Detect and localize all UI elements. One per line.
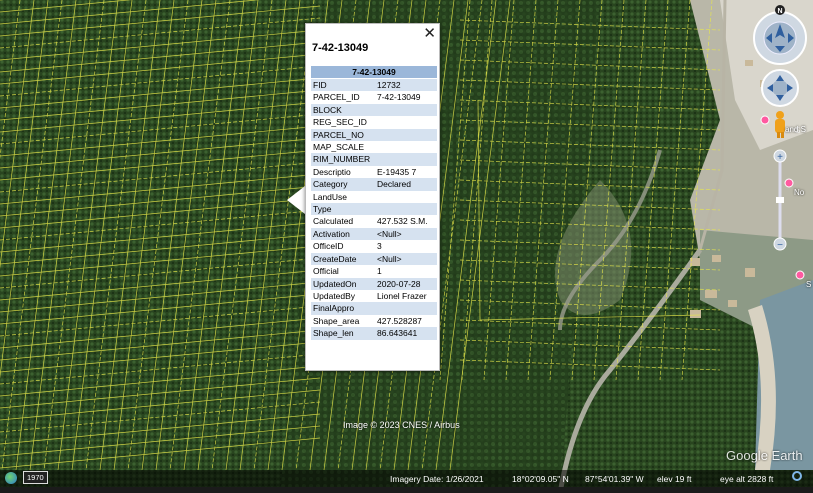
attribute-key: MAP_SCALE — [311, 141, 375, 154]
attribute-row: PARCEL_NO — [311, 128, 437, 142]
attribute-row: UpdatedBy Lionel Frazer — [311, 289, 437, 303]
attribute-value: 86.643641 — [375, 327, 437, 340]
attribute-row: OfficeID 3 — [311, 240, 437, 253]
imagery-date: Imagery Date: 1/26/2021 — [390, 474, 484, 484]
attribute-value: 1 — [375, 265, 437, 278]
placemark-icon[interactable] — [760, 115, 770, 125]
place-label: No — [794, 188, 805, 197]
taskbar — [0, 487, 813, 493]
attribute-value — [375, 141, 437, 154]
parcel-info-popup: ✕ 7-42-13049 7-42-13049 FID 12732 PARCEL_I… — [305, 23, 440, 371]
attribute-key: Category — [311, 178, 375, 191]
longitude-readout: 87°54'01.39" W — [585, 474, 644, 484]
loading-indicator-icon — [792, 471, 802, 481]
attribute-key: BLOCK — [311, 103, 375, 117]
eye-altitude-readout: eye alt 2828 ft — [720, 474, 774, 484]
attribute-value: Declared — [375, 178, 437, 191]
attribute-key: FID — [311, 79, 375, 92]
attribute-value: <Null> — [375, 227, 437, 241]
attribute-key: OfficeID — [311, 240, 375, 253]
placemark-icon[interactable] — [784, 178, 794, 188]
attribute-key: Descriptio — [311, 165, 375, 179]
attribute-row: Category Declared — [311, 178, 437, 191]
google-earth-logo: Google Earth — [726, 448, 803, 463]
attribute-table-header: 7-42-13049 — [311, 66, 437, 78]
attribute-value: 7-42-13049 — [375, 91, 437, 104]
attribute-value — [375, 128, 437, 142]
attribute-key: Type — [311, 203, 375, 216]
attribute-row: Shape_len 86.643641 — [311, 327, 437, 340]
attribute-value — [375, 103, 437, 117]
attribute-value — [375, 190, 437, 204]
attribute-row: LandUse — [311, 190, 437, 204]
attribute-row: Descriptio E-19435 7 — [311, 165, 437, 179]
attribute-row: UpdatedOn 2020-07-28 — [311, 277, 437, 290]
historical-imagery-icon[interactable]: 1970 — [23, 471, 48, 484]
attribute-row: CreateDate <Null> — [311, 252, 437, 266]
attribute-key: Official — [311, 265, 375, 278]
compass-icon[interactable]: N — [753, 5, 807, 65]
attribute-value — [375, 153, 437, 166]
attribute-value — [375, 302, 437, 315]
compass-north-label: N — [777, 8, 782, 15]
attribute-key: UpdatedBy — [311, 289, 375, 303]
attribute-value: 12732 — [375, 79, 437, 92]
attribute-value: 427.528287 — [375, 314, 437, 328]
attribute-row: BLOCK — [311, 103, 437, 117]
attribute-row: Calculated 427.532 S.M. — [311, 215, 437, 228]
placemark-layer: S — [760, 115, 805, 280]
globe-icon[interactable] — [5, 472, 17, 484]
latitude-readout: 18°02'09.05" N — [512, 474, 569, 484]
attribute-row: MAP_SCALE — [311, 141, 437, 154]
attribute-value: Lionel Frazer — [375, 289, 437, 303]
attribute-key: PARCEL_NO — [311, 128, 375, 142]
attribute-key: Shape_area — [311, 314, 375, 328]
attribute-value: 427.532 S.M. — [375, 215, 437, 228]
attribute-row: REG_SEC_ID — [311, 116, 437, 129]
attribute-value — [375, 203, 437, 216]
attribute-key: PARCEL_ID — [311, 91, 375, 104]
attribute-key: Calculated — [311, 215, 375, 228]
place-label: and S — [785, 125, 806, 134]
popup-title: 7-42-13049 — [312, 42, 369, 54]
attribute-key: RIM_NUMBER — [311, 153, 375, 166]
close-icon[interactable]: ✕ — [423, 24, 436, 42]
attribute-value: 3 — [375, 240, 437, 253]
attribute-value: <Null> — [375, 252, 437, 266]
attribute-row: FinalAppro — [311, 302, 437, 315]
attribute-row: FID 12732 — [311, 79, 437, 92]
attribute-table: FID 12732 PARCEL_ID 7-42-13049 BLOCK REG_SEC_… — [311, 79, 437, 340]
attribute-row: PARCEL_ID 7-42-13049 — [311, 91, 437, 104]
attribute-row: Shape_area 427.528287 — [311, 314, 437, 328]
attribute-value: 2020-07-28 — [375, 277, 437, 290]
attribute-key: CreateDate — [311, 252, 375, 266]
elevation-readout: elev 19 ft — [657, 474, 692, 484]
attribute-key: REG_SEC_ID — [311, 116, 375, 129]
move-joystick-icon[interactable] — [761, 69, 799, 107]
attribute-value — [375, 116, 437, 129]
attribute-row: Type — [311, 203, 437, 216]
place-label: S — [806, 280, 812, 289]
attribute-key: LandUse — [311, 190, 375, 204]
popup-pointer — [287, 186, 305, 214]
attribute-key: Activation — [311, 227, 375, 241]
placemark-icon[interactable] — [795, 270, 805, 280]
attribute-key: UpdatedOn — [311, 277, 375, 290]
attribute-key: FinalAppro — [311, 302, 375, 315]
imagery-credit: Image © 2023 CNES / Airbus — [343, 420, 460, 430]
attribute-value: E-19435 7 — [375, 165, 437, 179]
attribute-row: Official 1 — [311, 265, 437, 278]
attribute-row: Activation <Null> — [311, 227, 437, 241]
attribute-row: RIM_NUMBER — [311, 153, 437, 166]
attribute-key: Shape_len — [311, 327, 375, 340]
